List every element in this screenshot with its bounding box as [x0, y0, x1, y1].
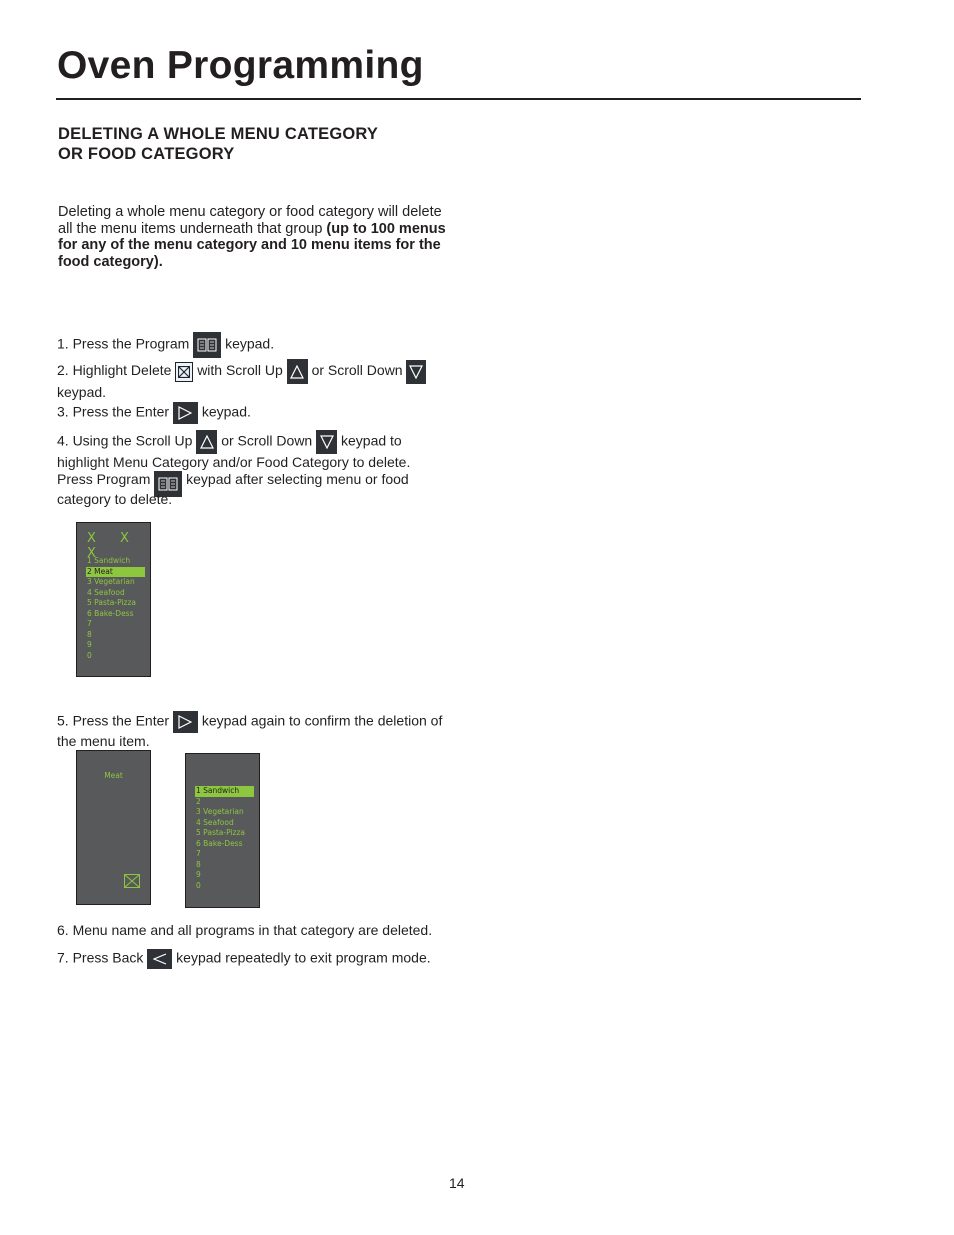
category-list-item: 7 [87, 619, 92, 628]
enter-keypad [172, 402, 198, 424]
step-5-text-mid: keypad again to confirm the deletion of [201, 712, 443, 729]
program-keypad [193, 332, 222, 358]
category-list-item: 0 [87, 650, 92, 660]
back-keypad [147, 949, 173, 969]
display-screen-category-list: X X X 1 Sandwich 2 Meat 3 Vegetarian 4 Seaf… [76, 522, 151, 677]
category-list-item: 1 Sandwich [87, 556, 131, 565]
triangle-left-icon [152, 953, 166, 965]
step-6-text: 6. Menu name and all programs in that ca… [57, 922, 433, 938]
triangle-up-icon [199, 435, 214, 449]
intro-paragraph: Deleting a whole menu category or food c… [58, 204, 448, 270]
category-list-item: 6 Bake-Dess [196, 838, 243, 848]
step-3: 3. Press the Enter keypad. [57, 402, 457, 424]
step-4-text-line3: Press Program [57, 470, 151, 487]
step-2-text-end: keypad. [57, 384, 107, 400]
step-4-text-line3-end: keypad after selecting menu or food [186, 470, 409, 487]
category-list-item: 5 Pasta-Pizza [87, 598, 136, 607]
step-2-text-mid2: or Scroll Down [311, 362, 403, 379]
category-list-item: 9 [87, 640, 92, 649]
triangle-down-icon [409, 364, 424, 379]
step-7: 7. Press Back keypad repeatedly to exit … [57, 949, 477, 969]
category-list-item: 8 [196, 859, 201, 869]
category-list-updated: 1 Sandwich 2 3 Vegetarian 4 Seafood 5 Pasta-… [195, 786, 254, 891]
enter-keypad [172, 711, 198, 733]
category-list-item: 7 [196, 849, 201, 858]
step-6: 6. Menu name and all programs in that ca… [57, 922, 477, 939]
section-heading-line1: DELETING A WHOLE MENU CATEGORY [58, 125, 379, 143]
category-list-item: 9 [196, 870, 201, 879]
category-list-item: 6 Bake-Dess [87, 608, 134, 618]
scroll-up-keypad [286, 359, 308, 384]
scroll-down-keypad [406, 359, 427, 384]
step-4-text-line4: category to delete. [57, 491, 173, 507]
category-list-item: 5 Pasta-Pizza [196, 828, 245, 837]
step-5-text-end: the menu item. [57, 733, 150, 749]
step-4-text-line2: highlight Menu Category and/or Food Cate… [57, 454, 411, 470]
step-3-text-end: keypad. [201, 403, 251, 420]
category-list-item: 1 Sandwich [195, 786, 254, 797]
category-list-item: 8 [87, 629, 92, 639]
program-book-icon [158, 477, 178, 490]
step-1: 1. Press the Program keypad. [57, 332, 457, 358]
delete-x-box-icon [124, 874, 140, 888]
step-4-text-mid2: keypad to [341, 432, 402, 449]
screen-category-label: Meat [104, 771, 123, 780]
step-4-text: 4. Using the Scroll Up [57, 432, 193, 449]
step-4-text-mid: or Scroll Down [221, 432, 313, 449]
step-7-text: 7. Press Back [57, 949, 144, 966]
step-5-text: 5. Press the Enter [57, 712, 170, 729]
page-title: Oven Programming [57, 44, 424, 87]
triangle-right-icon [178, 715, 193, 729]
step-2: 2. Highlight Delete with Scroll Up or Sc… [57, 359, 457, 401]
triangle-right-icon [178, 406, 193, 420]
page-number: 14 [449, 1175, 465, 1191]
category-list-item: 4 Seafood [196, 817, 234, 827]
title-divider [56, 98, 861, 100]
step-4: 4. Using the Scroll Up or Scroll Down ke… [57, 430, 457, 497]
scroll-up-keypad [196, 430, 218, 454]
delete-x-box-icon [178, 365, 191, 378]
step-2-text: 2. Highlight Delete [57, 362, 172, 379]
step-3-text: 3. Press the Enter [57, 403, 170, 420]
step-4-end: category to delete. [57, 491, 457, 508]
category-list-item: 0 [196, 880, 201, 890]
scroll-down-keypad [316, 430, 338, 454]
step-1-text-end: keypad. [225, 335, 275, 352]
step-2-text-mid: with Scroll Up [197, 362, 283, 379]
step-1-text: 1. Press the Program [57, 335, 190, 352]
display-screen-updated-list: 1 Sandwich 2 3 Vegetarian 4 Seafood 5 Pasta-… [185, 753, 260, 908]
category-list-item: 4 Seafood [87, 587, 125, 597]
category-list-item: 3 Vegetarian [196, 807, 244, 816]
category-list: 1 Sandwich 2 Meat 3 Vegetarian 4 Seafood 5 P… [86, 556, 145, 661]
step-7-text-end: keypad repeatedly to exit program mode. [176, 949, 431, 966]
section-heading: DELETING A WHOLE MENU CATEGORY OR FOOD C… [58, 124, 378, 164]
step-5: 5. Press the Enter keypad again to confi… [57, 711, 457, 750]
category-list-item: 3 Vegetarian [87, 577, 135, 586]
display-screen-delete-confirm: Meat [76, 750, 151, 905]
category-list-item: 2 Meat [86, 566, 145, 577]
category-list-item: 2 [196, 796, 201, 806]
program-book-icon [197, 338, 217, 352]
section-heading-line2: OR FOOD CATEGORY [58, 145, 235, 163]
delete-keypad [175, 361, 194, 382]
triangle-up-icon [290, 365, 305, 379]
triangle-down-icon [319, 435, 334, 449]
